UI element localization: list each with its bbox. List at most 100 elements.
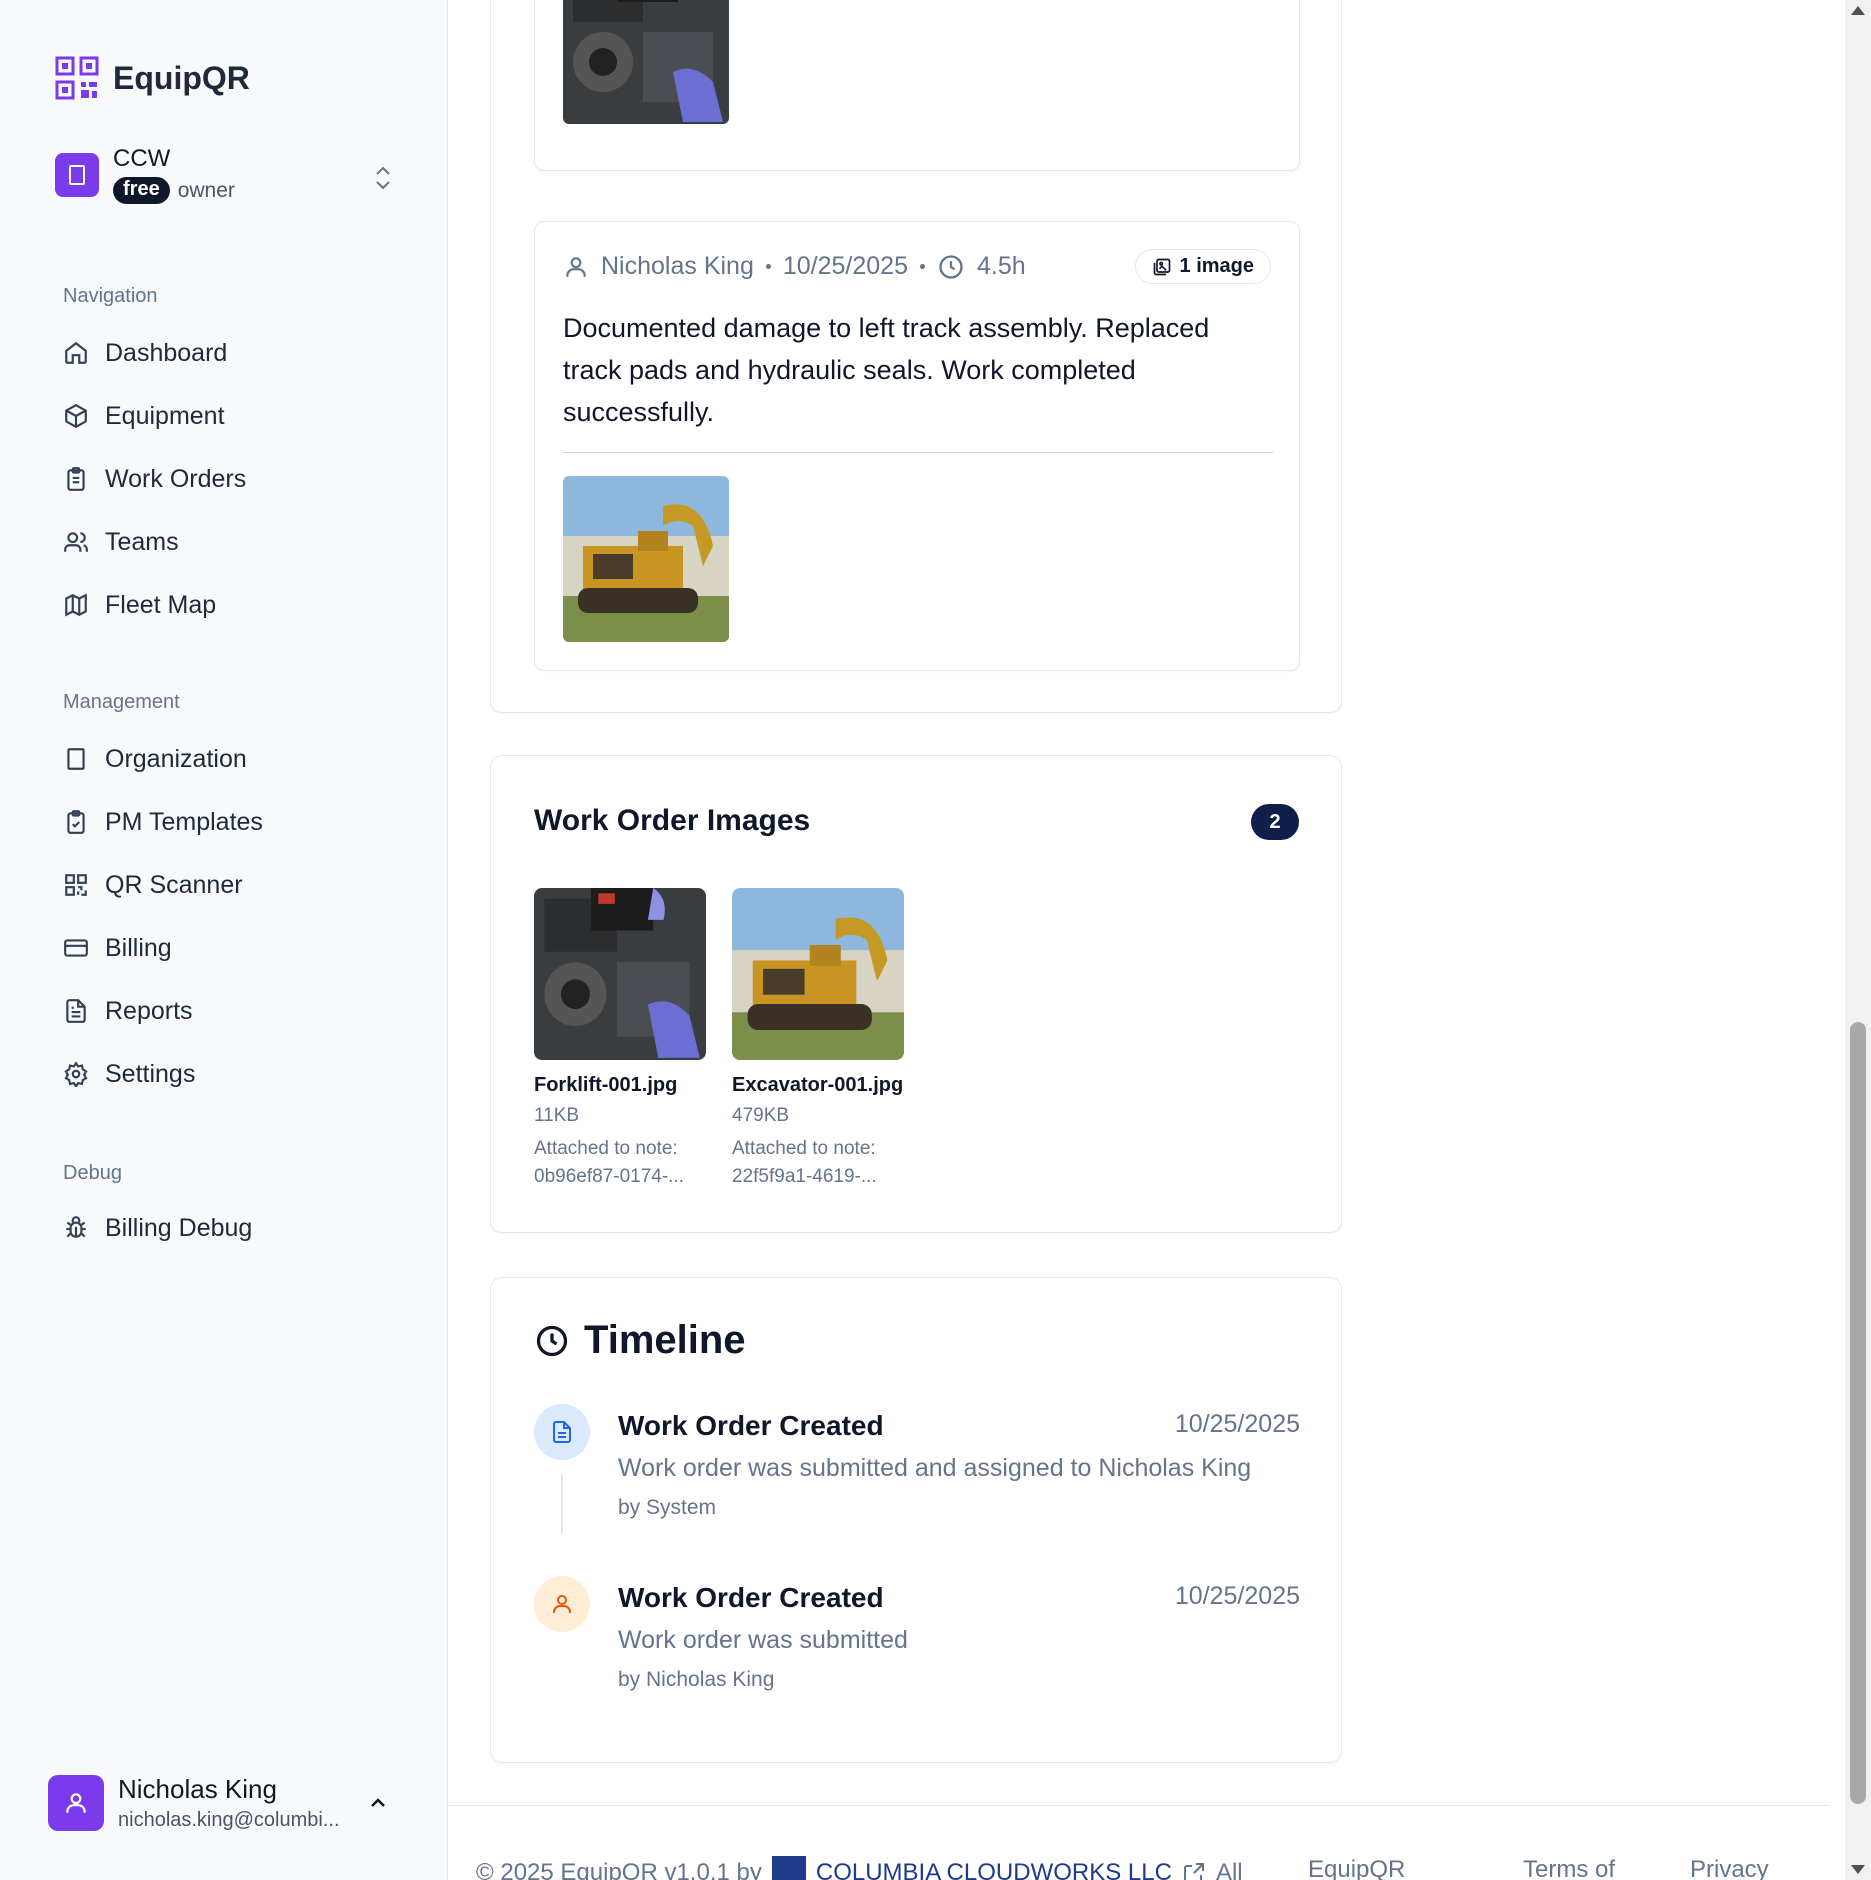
note-header: Nicholas King 10/25/2025 4.5h — [563, 252, 1026, 281]
sidebar-item-label: Dashboard — [105, 338, 228, 367]
sidebar-item-pm-templates[interactable]: PM Templates — [63, 802, 263, 842]
image-filesize: 479KB — [732, 1105, 790, 1126]
org-name: CCW — [113, 145, 171, 172]
sidebar-item-billing-debug[interactable]: Billing Debug — [63, 1208, 252, 1248]
sidebar-item-qr-scanner[interactable]: QR Scanner — [63, 865, 243, 905]
qr-logo-icon — [55, 56, 99, 100]
home-icon — [65, 341, 87, 364]
footer-terms-link[interactable]: Terms of — [1523, 1856, 1615, 1880]
building-icon — [55, 152, 99, 197]
debug-section-label: Debug — [63, 1162, 122, 1184]
file-icon — [534, 1404, 590, 1460]
timeline-event-title: Work Order Created — [618, 1582, 884, 1613]
note-image-thumbnail[interactable] — [563, 476, 729, 642]
image-filename: Forklift-001.jpg — [534, 1074, 678, 1096]
sidebar-item-label: Billing Debug — [105, 1213, 253, 1242]
brand-name: EquipQR — [113, 59, 250, 96]
engine-photo — [534, 888, 706, 1060]
note-image-thumbnail[interactable] — [563, 0, 729, 124]
sidebar-item-label: PM Templates — [105, 807, 263, 836]
timeline-event-date: 10/25/2025 — [1174, 1410, 1300, 1438]
separator-dot — [919, 264, 925, 269]
map-icon — [65, 593, 87, 617]
scroll-down-arrow-icon[interactable] — [1851, 1865, 1865, 1874]
image-attach-id: 0b96ef87-0174-... — [534, 1166, 685, 1187]
sidebar-item-label: Reports — [105, 996, 193, 1025]
timeline-connector — [561, 1474, 563, 1534]
sidebar-item-label: Teams — [105, 527, 179, 556]
footer-equipqr-link[interactable]: EquipQR — [1308, 1856, 1405, 1880]
footer-privacy-link[interactable]: Privacy — [1690, 1856, 1769, 1880]
timeline-event-date: 10/25/2025 — [1174, 1582, 1300, 1610]
bug-icon — [66, 1216, 86, 1238]
building-icon — [67, 748, 85, 770]
images-card-title: Work Order Images — [534, 804, 811, 837]
note-date: 10/25/2025 — [782, 252, 908, 280]
note-hours: 4.5h — [976, 252, 1026, 280]
company-link[interactable]: COLUMBIA CLOUDWORKS LLC — [816, 1859, 1172, 1880]
external-link-icon — [1183, 1863, 1204, 1880]
timeline-event-title: Work Order Created — [618, 1410, 884, 1441]
user-menu[interactable]: Nicholas King nicholas.king@columbi... — [48, 1773, 398, 1833]
image-count-label: 1 image — [1179, 255, 1254, 277]
user-email: nicholas.king@columbi... — [118, 1809, 340, 1831]
image-attach-id: 22f5f9a1-4619-... — [732, 1166, 877, 1187]
sidebar-item-label: Organization — [105, 744, 247, 773]
footer-copyright: © 2025 EquipQR v1.0.1 by COLUMBIA CLOUDW… — [476, 1856, 1243, 1880]
sidebar-item-teams[interactable]: Teams — [63, 522, 179, 562]
note-body: Documented damage to left track assembly… — [563, 313, 1210, 427]
clipboard-check-icon — [67, 810, 85, 834]
sidebar-item-reports[interactable]: Reports — [63, 991, 193, 1031]
management-section-label: Management — [63, 691, 180, 713]
sidebar-item-settings[interactable]: Settings — [63, 1054, 195, 1094]
avatar — [48, 1775, 104, 1831]
timeline-header: Timeline — [534, 1318, 746, 1363]
image-filename: Excavator-001.jpg — [732, 1074, 904, 1096]
org-role: owner — [177, 178, 235, 202]
org-switcher[interactable]: CCW free owner — [55, 145, 395, 204]
credit-card-icon — [64, 939, 88, 957]
scrollbar[interactable] — [1845, 0, 1871, 1880]
image-filesize: 11KB — [534, 1105, 580, 1126]
excavator-photo — [563, 476, 729, 642]
image-thumbnail[interactable] — [732, 888, 904, 1060]
timeline-event-by: by System — [618, 1496, 717, 1519]
divider — [563, 452, 1273, 453]
copyright-text: © 2025 EquipQR v1.0.1 by — [476, 1859, 762, 1880]
note-item: Nicholas King 10/25/2025 4.5h 1 image Do… — [534, 221, 1300, 671]
sidebar-item-fleet-map[interactable]: Fleet Map — [63, 585, 216, 625]
sidebar: EquipQR CCW free owner Navigation Dashbo… — [0, 0, 448, 1880]
sidebar-item-label: QR Scanner — [105, 870, 243, 899]
image-tile[interactable]: Excavator-001.jpg 479KB Attached to note… — [732, 888, 904, 1191]
brand[interactable]: EquipQR — [55, 56, 250, 100]
timeline-title: Timeline — [584, 1318, 746, 1362]
app-root: EquipQR CCW free owner Navigation Dashbo… — [0, 0, 1871, 1880]
sidebar-item-work-orders[interactable]: Work Orders — [63, 459, 246, 499]
image-tile[interactable]: Forklift-001.jpg 11KB Attached to note: … — [534, 888, 706, 1191]
image-thumbnail[interactable] — [534, 888, 706, 1060]
nav-section-label: Navigation — [63, 285, 158, 307]
notes-card: Nicholas King 10/25/2025 4.5h 1 image Do… — [490, 0, 1342, 713]
sidebar-item-label: Equipment — [105, 401, 225, 430]
sidebar-item-dashboard[interactable]: Dashboard — [63, 333, 227, 373]
sidebar-item-label: Fleet Map — [105, 590, 217, 619]
users-icon — [64, 532, 88, 552]
sidebar-item-equipment[interactable]: Equipment — [63, 396, 225, 436]
sidebar-item-label: Work Orders — [105, 464, 247, 493]
timeline-event-by: by Nicholas King — [618, 1668, 775, 1691]
separator-dot — [765, 264, 771, 269]
scroll-up-arrow-icon[interactable] — [1851, 6, 1865, 15]
image-attach-label: Attached to note: — [534, 1138, 678, 1159]
gear-icon — [64, 1061, 88, 1087]
work-order-images-card: Work Order Images 2 Forklift-001.jpg 11K… — [490, 755, 1342, 1233]
sidebar-item-billing[interactable]: Billing — [63, 928, 172, 968]
rights-text: All — [1215, 1859, 1243, 1880]
company-logo — [771, 1856, 806, 1880]
chevron-up-icon[interactable] — [366, 1791, 390, 1815]
qr-code-icon — [65, 874, 87, 896]
scroll-thumb[interactable] — [1850, 1022, 1866, 1804]
images-count-badge: 2 — [1251, 804, 1299, 840]
sidebar-item-organization[interactable]: Organization — [63, 739, 247, 779]
chevrons-up-down-icon[interactable] — [371, 163, 395, 193]
image-count-badge: 1 image — [1134, 249, 1271, 284]
